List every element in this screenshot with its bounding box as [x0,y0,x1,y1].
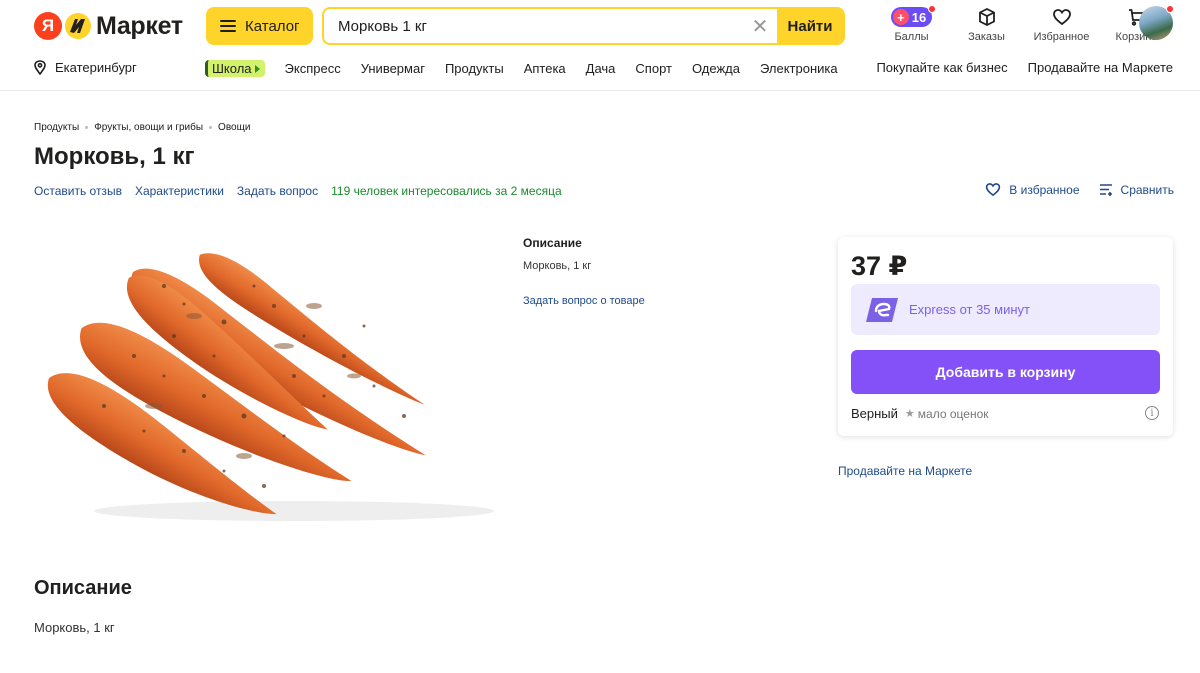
compare-label: Сравнить [1120,182,1174,197]
location-pin-icon [34,60,46,75]
short-description-text: Морковь, 1 кг [523,260,592,272]
nav-sport[interactable]: Спорт [635,61,672,76]
points-link[interactable]: + 16 Баллы [874,5,949,46]
yandex-logo-icon: Я [34,12,62,40]
breadcrumb-item[interactable]: Фрукты, овощи и грибы [94,122,203,133]
page-title: Морковь, 1 кг [34,143,195,170]
nav-pharmacy[interactable]: Аптека [524,61,566,76]
nav-univermag[interactable]: Универмаг [361,61,425,76]
catalog-label: Каталог [245,17,300,35]
breadcrumb-item[interactable]: Овощи [218,122,250,133]
city-name: Екатеринбург [55,60,137,75]
favorite-label: В избранное [1009,182,1080,197]
breadcrumb-separator [209,126,213,129]
header-icons: + 16 Баллы Заказы Избранное Корзина [874,5,1174,46]
plus-icon: + [892,9,909,25]
orders-label: Заказы [968,31,1005,43]
description-text: Морковь, 1 кг [34,620,115,635]
breadcrumb-separator [85,126,89,129]
business-links: Покупайте как бизнес Продавайте на Марке… [856,60,1173,75]
school-promo-link[interactable]: Школа [205,60,265,77]
search-bar: ✕ Найти [322,7,845,45]
short-description: Описание Морковь, 1 кг Задать вопрос о т… [523,236,645,307]
breadcrumb-item[interactable]: Продукты [34,122,79,133]
nav-clothes[interactable]: Одежда [692,61,740,76]
buy-card: 37 ₽ Express от 35 минут Добавить в корз… [838,237,1173,436]
star-icon: ★ [904,408,915,420]
breadcrumb: Продукты Фрукты, овощи и грибы Овощи [34,122,250,133]
ask-question-link[interactable]: Задать вопрос [237,184,318,198]
product-right-actions: В избранное Сравнить [966,182,1174,197]
search-button[interactable]: Найти [777,9,843,43]
product-actions: Оставить отзыв Характеристики Задать воп… [34,184,562,198]
school-label: Школа [212,61,252,76]
compare-icon [1099,184,1112,196]
description-heading: Описание [34,577,132,599]
category-nav: Школа Экспресс Универмаг Продукты Аптека… [205,60,858,77]
points-count: 16 [911,9,927,25]
nav-products[interactable]: Продукты [445,61,504,76]
sell-on-market-link-side[interactable]: Продавайте на Маркете [838,464,972,478]
avatar-notification-dot [1166,5,1174,13]
points-badge: + 16 [890,5,937,27]
market-logo[interactable]: Я Маркет [34,12,183,40]
catalog-button[interactable]: Каталог [206,7,313,45]
ask-about-product-link[interactable]: Задать вопрос о товаре [523,295,645,307]
specs-link[interactable]: Характеристики [135,184,224,198]
header: Я Маркет Каталог ✕ Найти + 16 Баллы [0,0,1200,91]
orders-link[interactable]: Заказы [949,6,1024,46]
nav-express[interactable]: Экспресс [285,61,341,76]
short-description-heading: Описание [523,236,582,250]
add-to-favorites-button[interactable]: В избранное [985,182,1080,197]
compare-button[interactable]: Сравнить [1099,183,1174,197]
product-image[interactable] [44,226,514,536]
express-text: Express от 35 минут [909,302,1030,317]
favorites-link[interactable]: Избранное [1024,6,1099,46]
sub-navigation: Екатеринбург Школа Экспресс Универмаг Пр… [0,56,1200,82]
shop-info: Верный ★ мало оценок [851,406,989,421]
info-icon[interactable]: i [1145,406,1159,420]
express-logo-icon [866,297,898,322]
heart-icon [986,183,1001,197]
sell-on-market-link[interactable]: Продавайте на Маркете [1028,60,1173,75]
notification-dot [928,5,937,13]
express-delivery-banner[interactable]: Express от 35 минут [851,284,1160,335]
price: 37 ₽ [851,251,908,281]
heart-icon [1052,9,1071,26]
play-icon [254,64,260,73]
menu-icon [220,20,236,32]
nav-dacha[interactable]: Дача [586,61,616,76]
add-to-cart-button[interactable]: Добавить в корзину [851,350,1160,394]
points-label: Баллы [894,31,929,43]
leave-review-link[interactable]: Оставить отзыв [34,184,122,198]
shop-rating: мало оценок [917,406,989,421]
logo-text: Маркет [96,11,183,40]
buy-as-business-link[interactable]: Покупайте как бизнес [876,60,1007,75]
market-ticket-icon [65,13,91,39]
favorites-label: Избранное [1033,31,1090,43]
box-icon [978,7,995,27]
shop-name[interactable]: Верный [851,406,898,421]
clear-search-icon[interactable]: ✕ [743,9,777,43]
search-input[interactable] [324,9,743,43]
city-selector[interactable]: Екатеринбург [34,60,137,75]
nav-electronics[interactable]: Электроника [760,61,838,76]
interest-counter: 119 человек интересовались за 2 месяца [331,184,562,198]
